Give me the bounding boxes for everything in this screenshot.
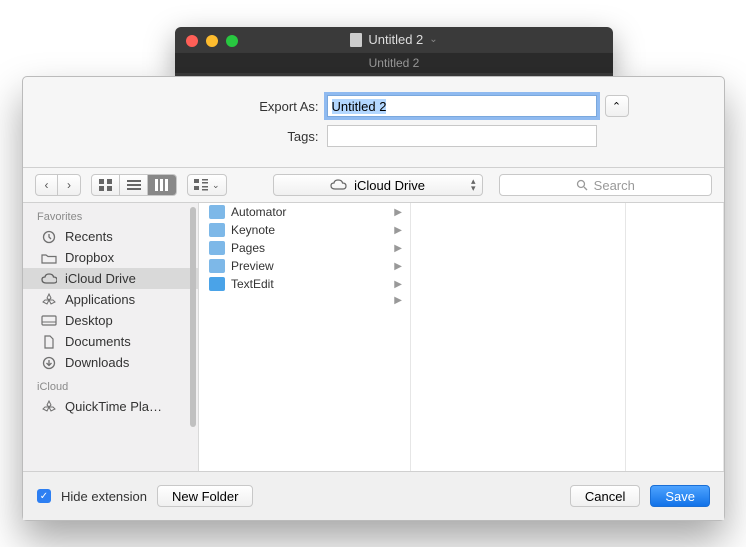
sidebar-item-dropbox[interactable]: Dropbox: [23, 247, 198, 268]
chevron-right-icon: ▶: [394, 261, 402, 272]
sidebar-item-label: Recents: [65, 229, 113, 244]
sidebar-item-recents[interactable]: Recents: [23, 226, 198, 247]
list-icon: [127, 179, 141, 191]
sidebar-item-documents[interactable]: Documents: [23, 331, 198, 352]
export-as-label: Export As:: [119, 99, 319, 114]
sidebar-header-favorites: Favorites: [23, 203, 198, 226]
icon-view-button[interactable]: [92, 175, 120, 195]
chevron-down-icon: ⌄: [429, 34, 437, 45]
export-save-sheet: Export As: ⌃ Tags: ‹ ›: [22, 76, 725, 521]
view-mode-segmented: [91, 174, 177, 196]
item-label: Keynote: [231, 223, 275, 237]
save-button[interactable]: Save: [650, 485, 710, 507]
sidebar-item-label: Downloads: [65, 355, 129, 370]
parent-window: Untitled 2 ⌄ Untitled 2: [175, 27, 613, 77]
item-label: Automator: [231, 205, 286, 219]
search-icon: [576, 179, 588, 191]
folder-icon: [209, 205, 225, 219]
chevron-down-icon: ⌄: [212, 180, 220, 191]
column-view-button[interactable]: [148, 175, 176, 195]
nav-back-forward: ‹ ›: [35, 174, 81, 196]
sidebar-item-desktop[interactable]: Desktop: [23, 310, 198, 331]
bottom-bar: ✓ Hide extension New Folder Cancel Save: [23, 472, 724, 520]
sidebar-item-label: iCloud Drive: [65, 271, 136, 286]
sidebar-item-label: Applications: [65, 292, 135, 307]
tags-field[interactable]: [327, 125, 597, 147]
folder-icon: [209, 259, 225, 273]
sidebar-item-applications[interactable]: Applications: [23, 289, 198, 310]
chevron-right-icon: ▶: [394, 207, 402, 218]
browser-toolbar: ‹ › ⌄ iCloud Drive ▴▾ Search: [23, 167, 724, 203]
app-icon: [41, 293, 57, 307]
cancel-button[interactable]: Cancel: [570, 485, 640, 507]
document-icon: [41, 335, 57, 349]
download-icon: [41, 356, 57, 370]
folder-icon: [41, 251, 57, 265]
sidebar-item-quicktime[interactable]: QuickTime Pla…: [23, 396, 198, 417]
document-icon: [350, 33, 362, 47]
collapse-expand-button[interactable]: ⌃: [605, 95, 629, 117]
export-as-field[interactable]: [327, 95, 597, 117]
folder-icon: [209, 223, 225, 237]
sidebar: Favorites Recents Dropbox iCloud Drive A…: [23, 203, 199, 471]
column-1: Automator ▶ Keynote ▶ Pages ▶ Preview ▶ …: [199, 203, 411, 471]
item-label: Preview: [231, 259, 274, 273]
columns-icon: [155, 179, 169, 191]
forward-button[interactable]: ›: [58, 175, 80, 195]
location-popup[interactable]: iCloud Drive ▴▾: [273, 174, 483, 196]
item-label: Pages: [231, 241, 265, 255]
search-field[interactable]: Search: [499, 174, 712, 196]
sidebar-item-downloads[interactable]: Downloads: [23, 352, 198, 373]
grid-icon: [99, 179, 113, 191]
app-icon: [41, 400, 57, 414]
form-area: Export As: ⌃ Tags:: [23, 77, 724, 167]
group-by-button[interactable]: ⌄: [187, 174, 227, 196]
cloud-icon: [41, 272, 57, 286]
hide-extension-checkbox[interactable]: ✓: [37, 489, 51, 503]
list-item[interactable]: Preview ▶: [199, 257, 410, 275]
sidebar-item-label: QuickTime Pla…: [65, 399, 162, 414]
folder-icon: [209, 241, 225, 255]
chevron-right-icon: ▶: [394, 295, 402, 306]
chevron-right-icon: ▶: [394, 225, 402, 236]
list-item[interactable]: Keynote ▶: [199, 221, 410, 239]
chevron-right-icon: ▶: [394, 243, 402, 254]
search-placeholder: Search: [594, 178, 635, 193]
parent-title-text: Untitled 2: [368, 32, 423, 47]
chevron-up-icon: ⌃: [612, 100, 621, 113]
item-label: TextEdit: [231, 277, 274, 291]
location-label: iCloud Drive: [354, 178, 425, 193]
sidebar-item-icloud-drive[interactable]: iCloud Drive: [23, 268, 198, 289]
file-browser: Favorites Recents Dropbox iCloud Drive A…: [23, 203, 724, 472]
list-item[interactable]: Pages ▶: [199, 239, 410, 257]
list-view-button[interactable]: [120, 175, 148, 195]
sidebar-item-label: Desktop: [65, 313, 113, 328]
updown-icon: ▴▾: [471, 178, 476, 192]
sidebar-item-label: Documents: [65, 334, 131, 349]
list-item[interactable]: Automator ▶: [199, 203, 410, 221]
sidebar-header-icloud: iCloud: [23, 373, 198, 396]
parent-window-title: Untitled 2 ⌄: [175, 32, 613, 47]
folder-icon: [209, 277, 225, 291]
back-button[interactable]: ‹: [36, 175, 58, 195]
clock-icon: [41, 230, 57, 244]
list-item[interactable]: TextEdit ▶: [199, 275, 410, 293]
list-item[interactable]: ▶: [199, 293, 410, 308]
desktop-icon: [41, 314, 57, 328]
hide-extension-label: Hide extension: [61, 489, 147, 504]
column-2: [411, 203, 626, 471]
column-3: [626, 203, 724, 471]
new-folder-button[interactable]: New Folder: [157, 485, 253, 507]
sidebar-item-label: Dropbox: [65, 250, 114, 265]
chevron-right-icon: ▶: [394, 279, 402, 290]
group-icon: [194, 179, 208, 191]
cloud-icon: [330, 179, 348, 191]
tags-label: Tags:: [119, 129, 319, 144]
parent-toolbar-title: Untitled 2: [175, 53, 613, 73]
